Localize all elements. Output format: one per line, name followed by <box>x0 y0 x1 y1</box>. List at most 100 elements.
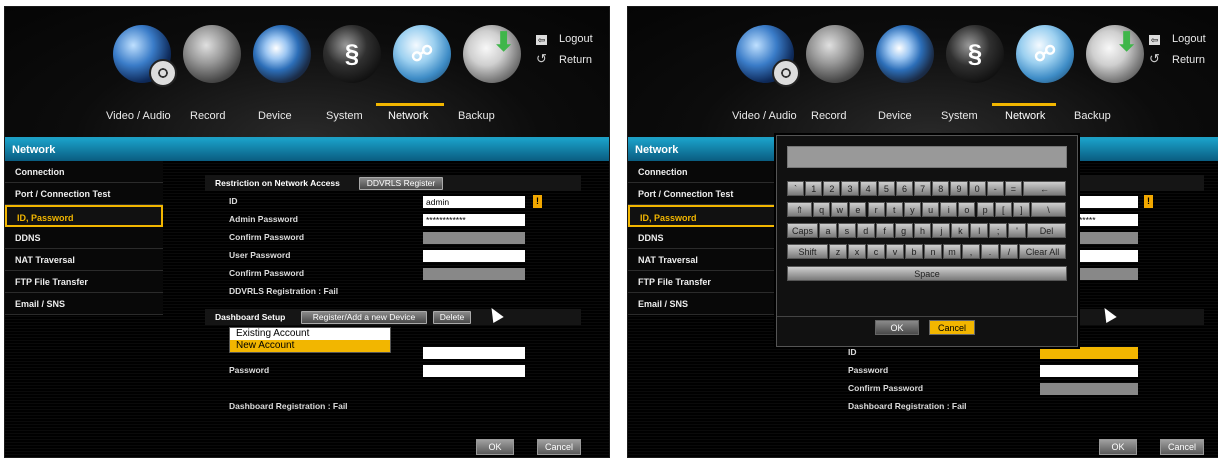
menu-video-audio[interactable]: Video / Audio <box>732 110 797 122</box>
menu-backup[interactable]: Backup <box>458 110 495 122</box>
menu-device[interactable]: Device <box>258 110 292 122</box>
return-button[interactable]: ↺ Return <box>536 51 592 67</box>
key-symbol[interactable]: / <box>1000 244 1018 259</box>
key-0[interactable]: 0 <box>968 181 986 196</box>
video-audio-icon[interactable] <box>736 25 800 87</box>
sidebar-item-ddns[interactable]: DDNS <box>5 227 163 249</box>
key-symbol[interactable]: \ <box>1031 202 1066 217</box>
delete-button[interactable]: Delete <box>433 311 471 324</box>
sidebar-item-nat[interactable]: NAT Traversal <box>628 249 786 271</box>
key-5[interactable]: 5 <box>877 181 895 196</box>
key-symbol[interactable]: , <box>962 244 980 259</box>
cancel-button[interactable]: Cancel <box>537 439 581 455</box>
sidebar-item-ddns[interactable]: DDNS <box>628 227 786 249</box>
key-p[interactable]: p <box>976 202 994 217</box>
key-j[interactable]: j <box>932 223 951 238</box>
key-q[interactable]: q <box>813 202 831 217</box>
key-w[interactable]: w <box>831 202 849 217</box>
sidebar-item-port-test[interactable]: Port / Connection Test <box>628 183 786 205</box>
key-d[interactable]: d <box>856 223 875 238</box>
admin-password-field[interactable]: ***** <box>1076 214 1138 226</box>
option-new-account[interactable]: New Account <box>230 340 390 352</box>
menu-record[interactable]: Record <box>190 110 225 122</box>
network-icon[interactable]: ☍ <box>393 25 451 83</box>
key-3[interactable]: 3 <box>841 181 859 196</box>
sidebar-item-nat[interactable]: NAT Traversal <box>5 249 163 271</box>
key-7[interactable]: 7 <box>914 181 932 196</box>
key-f[interactable]: f <box>875 223 894 238</box>
key-a[interactable]: a <box>819 223 837 238</box>
key-o[interactable]: o <box>958 202 976 217</box>
sidebar-item-ftp[interactable]: FTP File Transfer <box>5 271 163 293</box>
key-z[interactable]: z <box>829 244 847 259</box>
menu-network[interactable]: Network <box>388 110 428 122</box>
key-symbol[interactable]: . <box>981 244 999 259</box>
device-icon[interactable] <box>876 25 934 83</box>
key-c[interactable]: c <box>867 244 885 259</box>
key-n[interactable]: n <box>924 244 942 259</box>
key-k[interactable]: k <box>951 223 970 238</box>
key-r[interactable]: r <box>867 202 885 217</box>
key-symbol[interactable]: Caps <box>787 223 818 238</box>
backup-icon[interactable]: ⬇ <box>1086 25 1144 83</box>
menu-backup[interactable]: Backup <box>1074 110 1111 122</box>
sidebar-item-id-password[interactable]: ID, Password <box>5 205 163 227</box>
system-icon[interactable]: § <box>323 25 381 83</box>
account-dropdown[interactable]: Existing Account New Account <box>229 327 391 353</box>
cancel-button[interactable]: Cancel <box>1160 439 1204 455</box>
key-x[interactable]: x <box>848 244 866 259</box>
menu-record[interactable]: Record <box>811 110 846 122</box>
video-audio-icon[interactable] <box>113 25 177 87</box>
network-icon[interactable]: ☍ <box>1016 25 1074 83</box>
keyboard-input-display[interactable] <box>787 146 1067 168</box>
dashboard-password-field[interactable] <box>423 365 525 377</box>
admin-password-field[interactable]: ************ <box>423 214 525 226</box>
key-i[interactable]: i <box>940 202 958 217</box>
key-l[interactable]: l <box>970 223 989 238</box>
key-symbol[interactable]: = <box>1004 181 1022 196</box>
ddvrls-register-button[interactable]: DDVRLS Register <box>359 177 443 190</box>
key-symbol[interactable]: ` <box>787 181 805 196</box>
key-symbol[interactable]: ' <box>1008 223 1026 238</box>
keyboard-ok-button[interactable]: OK <box>875 320 919 335</box>
sidebar-item-ftp[interactable]: FTP File Transfer <box>628 271 786 293</box>
option-existing-account[interactable]: Existing Account <box>230 328 390 340</box>
dashboard-id-field[interactable] <box>423 347 525 359</box>
key-t[interactable]: t <box>885 202 903 217</box>
key-g[interactable]: g <box>894 223 913 238</box>
menu-system[interactable]: System <box>941 110 978 122</box>
key-symbol[interactable]: Shift <box>787 244 828 259</box>
sidebar-item-id-password[interactable]: ID, Password <box>628 205 786 227</box>
record-icon[interactable] <box>183 25 241 83</box>
key-4[interactable]: 4 <box>859 181 877 196</box>
record-icon[interactable] <box>806 25 864 83</box>
sidebar-item-email[interactable]: Email / SNS <box>628 293 786 315</box>
sidebar-item-port-test[interactable]: Port / Connection Test <box>5 183 163 205</box>
key-v[interactable]: v <box>886 244 904 259</box>
key-symbol[interactable]: [ <box>994 202 1012 217</box>
ok-button[interactable]: OK <box>1099 439 1137 455</box>
menu-device[interactable]: Device <box>878 110 912 122</box>
key-9[interactable]: 9 <box>950 181 968 196</box>
dashboard-id-field[interactable] <box>1040 347 1138 359</box>
sidebar-item-connection[interactable]: Connection <box>628 161 786 183</box>
key-y[interactable]: y <box>903 202 921 217</box>
system-icon[interactable]: § <box>946 25 1004 83</box>
logout-button[interactable]: ⇦ Logout <box>536 33 593 45</box>
return-button[interactable]: ↺ Return <box>1149 51 1205 67</box>
key-space[interactable]: Space <box>787 266 1067 281</box>
key-symbol[interactable]: ] <box>1012 202 1030 217</box>
menu-network[interactable]: Network <box>1005 110 1045 122</box>
register-device-button[interactable]: Register/Add a new Device <box>301 311 427 324</box>
id-field[interactable] <box>1076 196 1138 208</box>
key-symbol[interactable]: - <box>986 181 1004 196</box>
keyboard-cancel-button[interactable]: Cancel <box>929 320 975 335</box>
key-symbol[interactable]: Del <box>1027 223 1066 238</box>
user-password-field[interactable] <box>423 250 525 262</box>
key-6[interactable]: 6 <box>895 181 914 196</box>
ok-button[interactable]: OK <box>476 439 514 455</box>
menu-video-audio[interactable]: Video / Audio <box>106 110 171 122</box>
key-symbol[interactable]: ; <box>989 223 1008 238</box>
key-b[interactable]: b <box>905 244 923 259</box>
logout-button[interactable]: ⇦ Logout <box>1149 33 1206 45</box>
